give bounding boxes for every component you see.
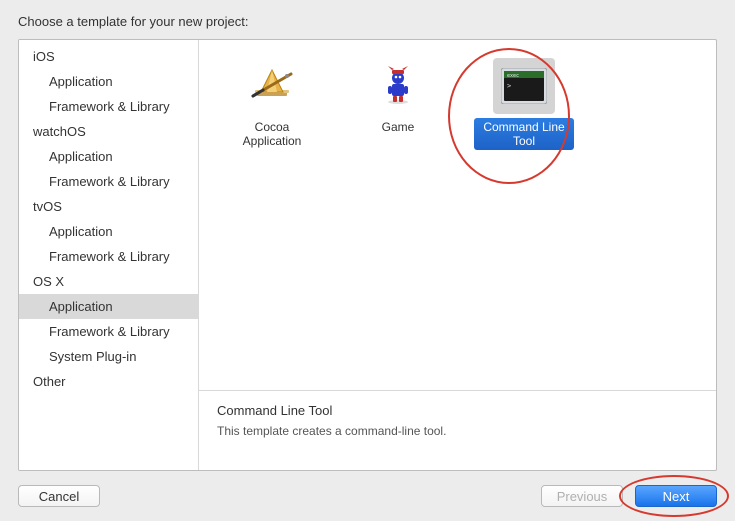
previous-button: Previous xyxy=(541,485,623,507)
sidebar-label: watchOS xyxy=(33,124,86,139)
sidebar-label: Framework & Library xyxy=(49,174,170,189)
sidebar-label: tvOS xyxy=(33,199,62,214)
template-item[interactable]: Game xyxy=(343,54,453,140)
sidebar-item[interactable]: Application xyxy=(19,144,198,169)
svg-text:exec: exec xyxy=(507,73,519,79)
dialog-footer: Cancel Previous Next xyxy=(18,485,717,507)
next-button-label: Next xyxy=(663,489,690,504)
sidebar-item[interactable]: Application xyxy=(19,294,198,319)
cancel-button[interactable]: Cancel xyxy=(18,485,100,507)
template-grid: Cocoa Application Game exec > Command Li… xyxy=(199,40,716,390)
terminal-icon: exec > xyxy=(501,68,547,104)
sidebar-label: Framework & Library xyxy=(49,249,170,264)
sidebar-item[interactable]: Framework & Library xyxy=(19,94,198,119)
template-label: Cocoa Application xyxy=(222,118,322,150)
cocoa-app-icon xyxy=(249,66,295,106)
category-sidebar: iOS Application Framework & Library watchOS… xyxy=(19,40,199,470)
sidebar-label: Other xyxy=(33,374,66,389)
sidebar-group[interactable]: watchOS xyxy=(19,119,198,144)
sidebar-item[interactable]: Framework & Library xyxy=(19,244,198,269)
sidebar-label: Application xyxy=(49,224,113,239)
main-panel: iOS Application Framework & Library watchOS… xyxy=(18,39,717,471)
sidebar-group[interactable]: OS X xyxy=(19,269,198,294)
template-label: Command Line Tool xyxy=(474,118,574,150)
footer-right: Previous Next xyxy=(541,485,717,507)
sidebar-label: Framework & Library xyxy=(49,324,170,339)
sidebar-group[interactable]: Other xyxy=(19,369,198,394)
sidebar-label: iOS xyxy=(33,49,55,64)
sidebar-label: Application xyxy=(49,149,113,164)
sidebar-group[interactable]: iOS xyxy=(19,44,198,69)
sidebar-item[interactable]: Application xyxy=(19,219,198,244)
new-project-dialog: Choose a template for your new project: … xyxy=(0,0,735,521)
game-icon xyxy=(378,66,418,106)
sidebar-item[interactable]: Framework & Library xyxy=(19,319,198,344)
template-item[interactable]: Cocoa Application xyxy=(217,54,327,154)
right-pane: Cocoa Application Game exec > Command Li… xyxy=(199,40,716,470)
template-description: Command Line Tool This template creates … xyxy=(199,390,716,470)
sidebar-label: Framework & Library xyxy=(49,99,170,114)
template-iconbox xyxy=(367,58,429,114)
previous-button-label: Previous xyxy=(557,489,608,504)
sidebar-label: OS X xyxy=(33,274,64,289)
next-button[interactable]: Next xyxy=(635,485,717,507)
sidebar-item[interactable]: Framework & Library xyxy=(19,169,198,194)
template-iconbox: exec > xyxy=(493,58,555,114)
sidebar-item[interactable]: Application xyxy=(19,69,198,94)
description-body: This template creates a command-line too… xyxy=(217,424,698,438)
sidebar-label: System Plug-in xyxy=(49,349,136,364)
template-item[interactable]: exec > Command Line Tool xyxy=(469,54,579,154)
svg-text:>: > xyxy=(507,82,511,90)
sidebar-group[interactable]: tvOS xyxy=(19,194,198,219)
sidebar-label: Application xyxy=(49,299,113,314)
template-label: Game xyxy=(378,118,419,136)
sidebar-item[interactable]: System Plug-in xyxy=(19,344,198,369)
sidebar-label: Application xyxy=(49,74,113,89)
cancel-button-label: Cancel xyxy=(39,489,79,504)
dialog-title: Choose a template for your new project: xyxy=(18,14,717,29)
template-iconbox xyxy=(241,58,303,114)
description-title: Command Line Tool xyxy=(217,403,698,418)
